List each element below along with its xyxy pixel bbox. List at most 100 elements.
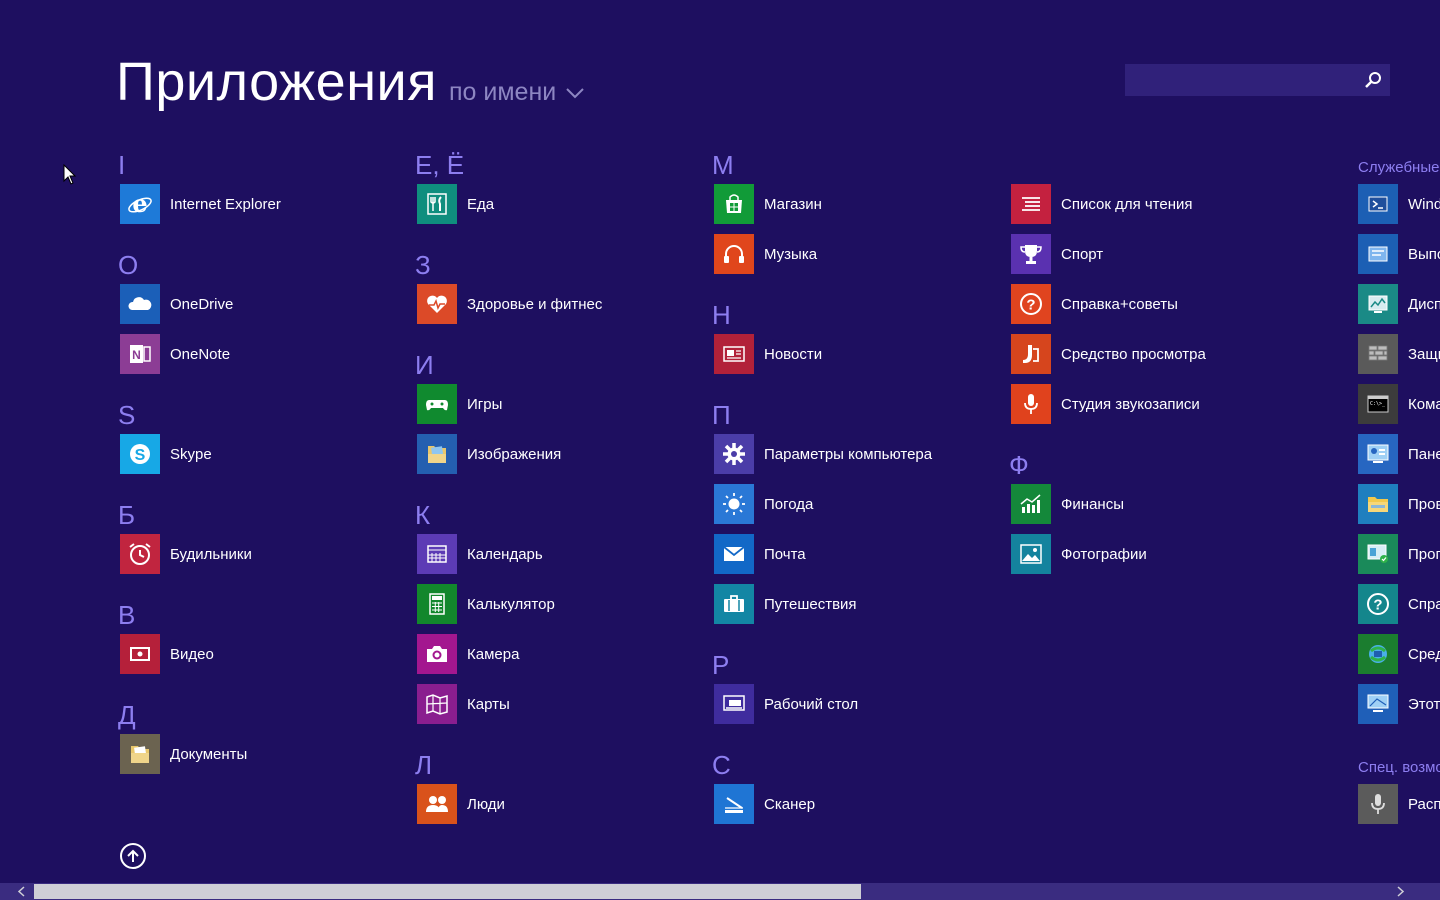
app-sound-recorder[interactable]: Студия звукозаписи [1011,384,1200,424]
group-letter-v[interactable]: В [118,600,135,630]
app-reading-list[interactable]: Список для чтения [1011,184,1193,224]
calculator-icon [417,584,457,624]
app-maps[interactable]: Карты [417,684,510,724]
app-onedrive[interactable]: OneDrive [120,284,233,324]
app-system-item[interactable]: Защи [1358,334,1440,374]
group-letter-i2[interactable]: И [415,350,434,380]
app-music[interactable]: Музыка [714,234,817,274]
app-food[interactable]: Еда [417,184,494,224]
app-calculator[interactable]: Калькулятор [417,584,555,624]
app-system-item[interactable]: Прог [1358,534,1440,574]
app-sport[interactable]: Спорт [1011,234,1103,274]
app-pictures[interactable]: Изображения [417,434,561,474]
mouse-cursor-icon [63,164,77,185]
app-system-item[interactable]: Дисп [1358,284,1440,324]
group-accessibility[interactable]: Спец. возмо [1358,758,1440,778]
group-letter-o[interactable]: O [118,250,138,280]
app-documents[interactable]: Документы [120,734,247,774]
app-weather[interactable]: Погода [714,484,813,524]
app-onenote[interactable]: N OneNote [120,334,230,374]
app-finance[interactable]: Финансы [1011,484,1124,524]
app-label: Средство просмотра [1061,345,1206,363]
scrollbar-thumb[interactable] [34,884,861,899]
group-letter-d[interactable]: Д [118,700,136,730]
app-label: Погода [764,495,814,513]
question-circle-icon: ? [1011,284,1051,324]
svg-text:e: e [132,191,147,217]
app-system-item[interactable]: Сред [1358,634,1440,674]
app-system-item[interactable]: C:\>_ Кома [1358,384,1440,424]
group-letter-e[interactable]: Е, Ё [415,150,464,180]
search-icon[interactable] [1364,71,1382,89]
app-internet-explorer[interactable]: e Internet Explorer [120,184,281,224]
group-letter-i[interactable]: I [118,150,125,180]
app-travel[interactable]: Путешествия [714,584,857,624]
reading-list-icon [1011,184,1051,224]
app-viewer[interactable]: Средство просмотра [1011,334,1206,374]
pictures-folder-icon [417,434,457,474]
app-desktop[interactable]: Рабочий стол [714,684,858,724]
sort-dropdown[interactable]: по имени [449,76,586,108]
app-skype[interactable]: S Skype [120,434,212,474]
app-system-item[interactable]: Этот [1358,684,1440,724]
explorer-folder-icon [1358,484,1398,524]
app-store[interactable]: Магазин [714,184,822,224]
app-label: Студия звукозаписи [1061,395,1200,413]
reader-icon [1011,334,1051,374]
group-letter-n[interactable]: Н [712,300,731,330]
app-system-item[interactable]: Пане [1358,434,1440,474]
horizontal-scrollbar[interactable] [0,883,1440,900]
app-accessibility-item[interactable]: Расп [1358,784,1440,824]
app-video[interactable]: Видео [120,634,214,674]
app-label: Новости [764,345,823,363]
group-letter-s2[interactable]: С [712,750,731,780]
app-games[interactable]: Игры [417,384,502,424]
scroll-up-button[interactable] [120,843,146,869]
app-label: Защи [1408,345,1440,363]
group-letter-r[interactable]: Р [712,650,729,680]
group-letter-l[interactable]: Л [415,750,432,780]
internet-explorer-icon: e [120,184,160,224]
group-letter-f[interactable]: Ф [1009,450,1029,480]
app-photos[interactable]: Фотографии [1011,534,1147,574]
app-label: Карты [467,695,510,713]
group-letter-k[interactable]: К [415,500,430,530]
app-help-tips[interactable]: ? Справка+советы [1011,284,1178,324]
app-news[interactable]: Новости [714,334,822,374]
control-panel-icon [1358,434,1398,474]
headphones-icon [714,234,754,274]
app-label: Камера [467,645,520,663]
app-health[interactable]: Здоровье и фитнес [417,284,602,324]
trophy-icon [1011,234,1051,274]
group-letter-p[interactable]: П [712,400,731,430]
group-system-tools[interactable]: Служебные [1358,158,1439,178]
app-label: Изображения [467,445,562,463]
group-letter-z[interactable]: З [415,250,431,280]
app-mail[interactable]: Почта [714,534,806,574]
chevron-left-icon[interactable] [14,884,29,899]
skype-icon: S [120,434,160,474]
group-letter-m[interactable]: М [712,150,734,180]
app-calendar[interactable]: Календарь [417,534,543,574]
app-system-item[interactable]: ? Спра [1358,584,1440,624]
app-scanner[interactable]: Сканер [714,784,815,824]
app-label: Финансы [1061,495,1124,513]
app-system-item[interactable]: Выпо [1358,234,1440,274]
microphone-icon [1011,384,1051,424]
app-system-item[interactable]: Wind [1358,184,1440,224]
finance-chart-icon [1011,484,1051,524]
photo-icon [1011,534,1051,574]
chevron-right-icon[interactable] [1393,884,1408,899]
app-people[interactable]: Люди [417,784,505,824]
svg-text:S: S [135,447,146,464]
app-alarms[interactable]: Будильники [120,534,252,574]
task-manager-icon [1358,284,1398,324]
computer-icon [1358,684,1398,724]
search-input[interactable] [1125,64,1390,96]
app-pc-settings[interactable]: Параметры компьютера [714,434,932,474]
group-letter-s[interactable]: S [118,400,135,430]
app-system-item[interactable]: Пров [1358,484,1440,524]
app-label: Документы [170,745,248,763]
app-camera[interactable]: Камера [417,634,519,674]
group-letter-b[interactable]: Б [118,500,135,530]
